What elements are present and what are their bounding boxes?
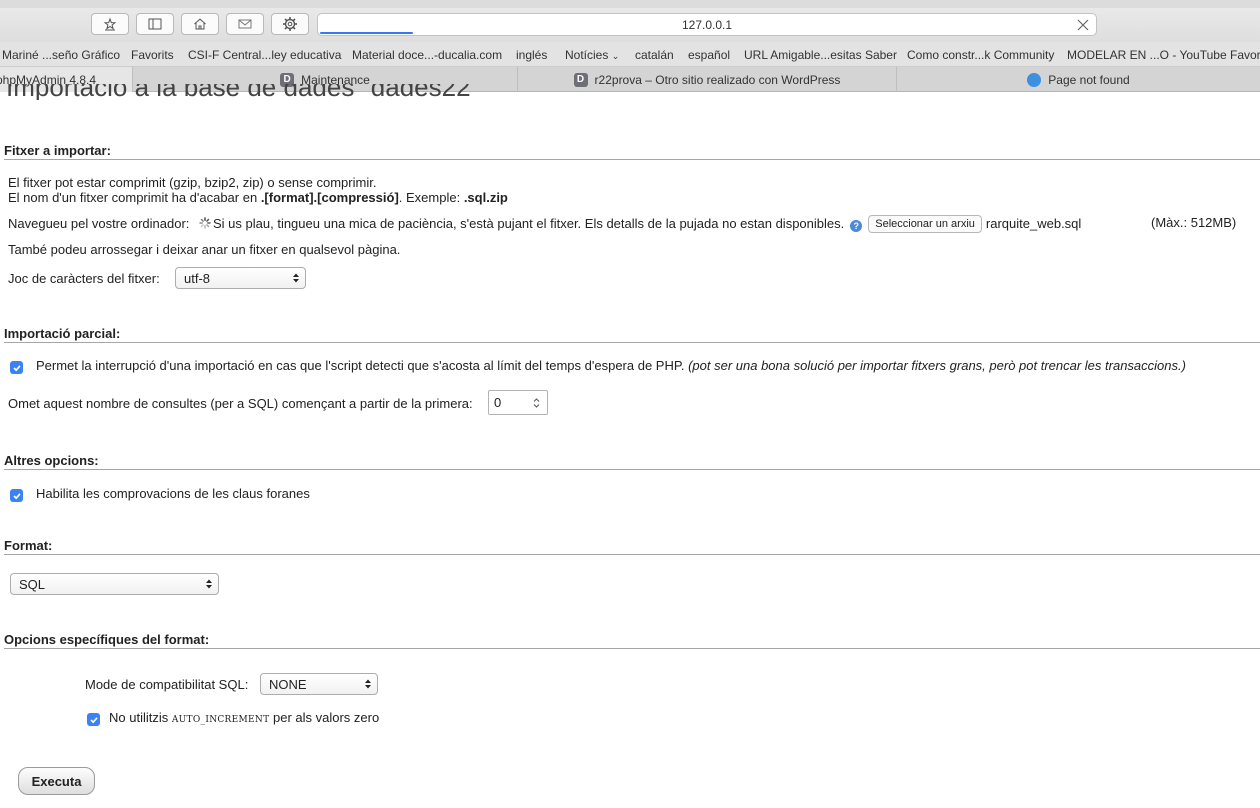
bookmark-folder[interactable]: Notícies ⌄: [565, 48, 619, 62]
format-value: SQL: [19, 577, 46, 592]
tab-r22prova[interactable]: D r22prova – Otro sitio realizado con Wo…: [518, 67, 897, 92]
sidebar-icon: [148, 18, 162, 30]
chevron-down-icon: ⌄: [611, 51, 620, 61]
section-heading-other: Altres opcions:: [4, 453, 1260, 470]
skip-queries-value: 0: [494, 395, 502, 410]
address-bar[interactable]: 127.0.0.1: [317, 13, 1097, 36]
page-load-progress: [320, 32, 413, 34]
no-auto-increment-checkbox[interactable]: [87, 713, 100, 726]
bookmark-folder-label: Notícies: [565, 48, 609, 62]
skip-queries-label: Omet aquest nombre de consultes (per a S…: [8, 396, 473, 411]
star-icon: [103, 17, 117, 31]
bookmark-item[interactable]: Mariné ...seño Gráfico: [2, 48, 120, 62]
tab-label: r22prova – Otro sitio realizado con Word…: [594, 72, 841, 87]
drag-drop-info: També podeu arrossegar i deixar anar un …: [8, 242, 401, 257]
mail-icon: [238, 19, 252, 29]
naming-pattern: .[format].[compressió]: [260, 190, 399, 205]
bookmark-item[interactable]: catalán: [635, 48, 674, 62]
sidebar-button[interactable]: [136, 13, 174, 35]
tab-label: Page not found: [1048, 72, 1130, 87]
auto-increment-keyword: AUTO_INCREMENT: [171, 715, 270, 725]
no-auto-increment-suffix: per als valors zero: [273, 710, 380, 725]
checkmark-icon: [89, 716, 98, 723]
allow-interrupt-checkbox[interactable]: [10, 361, 23, 374]
sql-compat-select[interactable]: NONE: [260, 673, 378, 695]
section-heading-partial: Importació parcial:: [4, 326, 1260, 343]
browse-label: Navegueu pel vostre ordinador:: [8, 216, 190, 231]
foreign-key-checks-checkbox[interactable]: [10, 489, 23, 502]
sql-compat-label: Mode de compatibilitat SQL:: [85, 677, 249, 692]
bookmark-item[interactable]: español: [688, 48, 730, 62]
bookmarks-bar: Mariné ...seño Gráfico Favorits CSI-F Ce…: [0, 42, 1260, 67]
charset-value: utf-8: [184, 271, 211, 286]
settings-button[interactable]: [271, 13, 309, 35]
bookmarks-button[interactable]: [91, 13, 129, 35]
skip-queries-input[interactable]: 0: [488, 390, 548, 415]
select-arrows-icon: [365, 679, 371, 689]
select-arrows-icon: [206, 579, 212, 589]
no-auto-increment-label: No utilitzis AUTO_INCREMENT per als valo…: [109, 710, 379, 725]
select-arrows-icon: [293, 273, 299, 283]
charset-select[interactable]: utf-8: [175, 267, 306, 289]
naming-example: .sql.zip: [463, 190, 508, 205]
choose-file-button[interactable]: Seleccionar un arxiu: [868, 215, 982, 233]
bookmark-item[interactable]: CSI-F Central...ley educativa: [188, 48, 341, 62]
execute-button[interactable]: Executa: [18, 767, 95, 795]
allow-interrupt-text: Permet la interrupció d'una importació e…: [36, 358, 685, 373]
naming-mid: . Exemple:: [398, 190, 464, 205]
allow-interrupt-hint: (pot ser una bona solució per importar f…: [688, 358, 1186, 373]
format-select[interactable]: SQL: [10, 573, 219, 595]
menu-bar-strip: [0, 0, 1260, 8]
help-icon[interactable]: ?: [850, 220, 863, 232]
bookmark-item[interactable]: Favorits: [131, 48, 174, 62]
compression-naming-info: El nom d'un fitxer comprimit ha d'acabar…: [8, 190, 508, 205]
section-heading-file: Fitxer a importar:: [4, 143, 1260, 160]
d-favicon-icon: D: [573, 72, 588, 87]
home-icon: [194, 18, 206, 30]
import-page: Fitxer a importar: El fitxer pot estar c…: [0, 92, 1260, 808]
allow-interrupt-label: Permet la interrupció d'una importació e…: [36, 358, 1186, 373]
foreign-key-checks-label: Habilita les comprovacions de les claus …: [36, 486, 310, 501]
stepper-arrows-icon[interactable]: [533, 397, 540, 409]
address-text: 127.0.0.1: [681, 18, 733, 32]
home-button[interactable]: [181, 13, 219, 35]
loading-spinner-icon: [199, 217, 211, 229]
browser-toolbar: 127.0.0.1: [0, 8, 1260, 42]
mail-button[interactable]: [226, 13, 264, 35]
bookmark-item[interactable]: inglés: [516, 48, 547, 62]
bookmark-item[interactable]: MODELAR EN ...O - YouTube: [1067, 48, 1227, 62]
globe-favicon-icon: [1027, 72, 1042, 87]
gear-icon: [283, 17, 297, 31]
max-size-label: (Màx.: 512MB): [1151, 215, 1237, 230]
bookmark-item[interactable]: Como constr...k Community: [907, 48, 1054, 62]
chosen-file-name: rarquite_web.sql: [985, 216, 1082, 231]
checkmark-icon: [12, 492, 21, 499]
bookmark-item[interactable]: URL Amigable...esitas Saber: [744, 48, 897, 62]
sql-compat-value: NONE: [269, 677, 307, 692]
stop-loading-icon[interactable]: [1076, 18, 1090, 32]
charset-label: Joc de caràcters del fitxer:: [8, 271, 160, 286]
naming-prefix: El nom d'un fitxer comprimit ha d'acabar…: [8, 190, 261, 205]
section-heading-format-options: Opcions específiques del format:: [4, 632, 1260, 649]
section-heading-format: Format:: [4, 538, 1260, 555]
bookmark-item[interactable]: Favori: [1230, 48, 1260, 62]
checkmark-icon: [12, 364, 21, 371]
bookmark-item[interactable]: Material doce...-ducalia.com: [352, 48, 502, 62]
browse-row: Navegueu pel vostre ordinador: Si us pla…: [8, 215, 1081, 233]
no-auto-increment-prefix: No utilitzis: [109, 710, 169, 725]
tab-page-not-found[interactable]: Page not found: [897, 67, 1260, 92]
compression-info: El fitxer pot estar comprimit (gzip, bzi…: [8, 175, 377, 190]
upload-status-text: Si us plau, tingueu una mica de paciènci…: [213, 216, 845, 231]
